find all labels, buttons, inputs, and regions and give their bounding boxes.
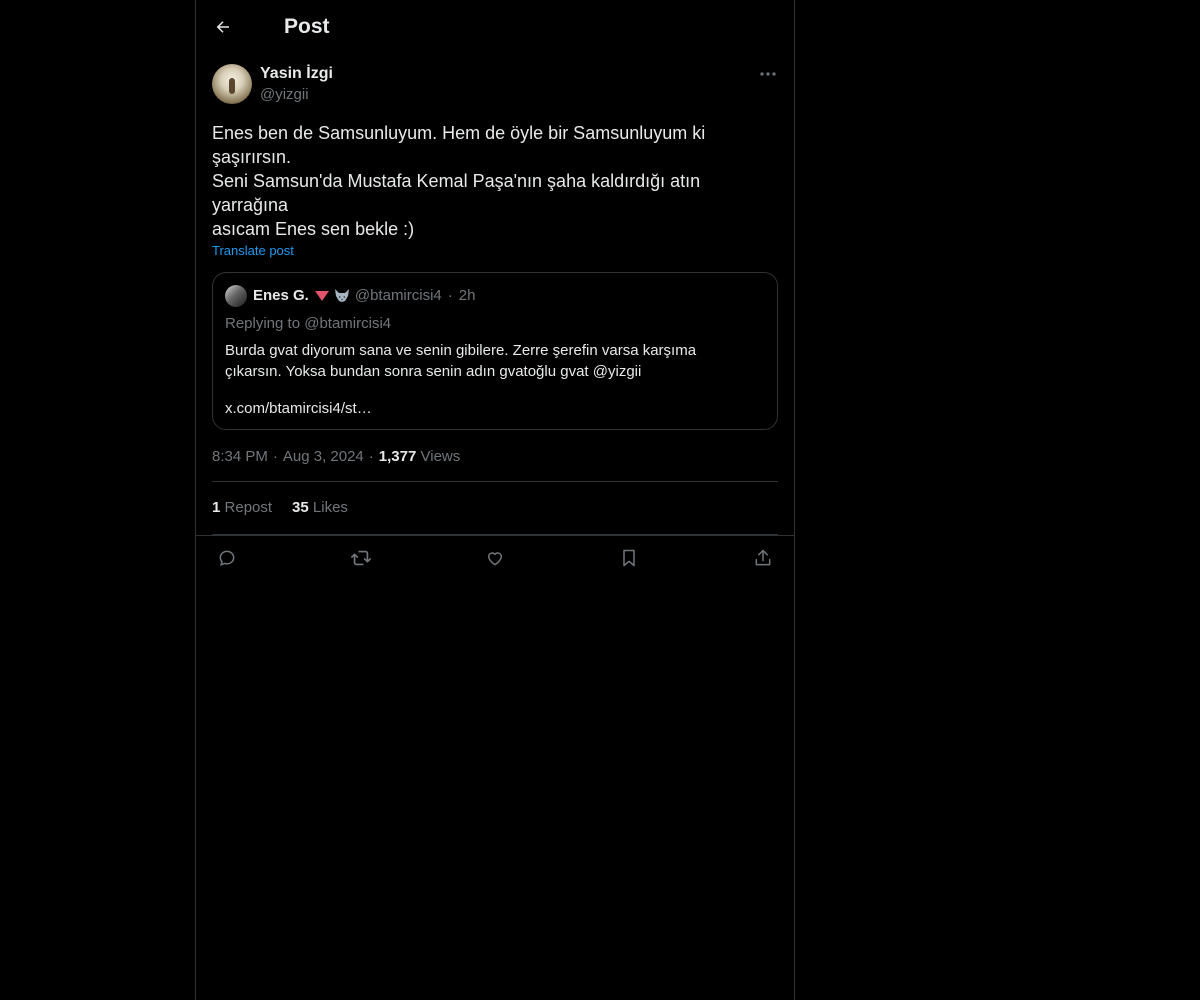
action-bar [212, 535, 778, 582]
wolf-icon [333, 288, 351, 304]
quote-avatar[interactable] [225, 284, 247, 307]
author-name[interactable]: Yasin İzgi [260, 64, 333, 84]
reply-button[interactable] [216, 547, 238, 569]
quote-header: Enes G. @btamircisi4 · 2h [225, 284, 765, 307]
page-title: Post [284, 15, 330, 38]
author-row: Yasin İzgi @yizgii [212, 64, 778, 105]
bookmark-icon [623, 550, 635, 567]
reposts-stat[interactable]: 1 Repost [212, 499, 272, 516]
red-triangle-icon [314, 290, 329, 301]
post: Yasin İzgi @yizgii Enes ben de Samsunluy… [196, 64, 794, 582]
views-count: 1,377 [378, 447, 417, 465]
author-handle[interactable]: @yizgii [260, 86, 333, 105]
like-icon [487, 552, 503, 566]
likes-count: 35 [292, 499, 309, 517]
separator-dot: · [447, 287, 453, 305]
share-icon [755, 550, 771, 566]
more-horizontal-icon [760, 72, 776, 76]
post-stats: 1 Repost 35 Likes [212, 482, 778, 535]
section-divider [196, 535, 794, 536]
arrow-left-icon [216, 21, 229, 33]
quote-author-handle[interactable]: @btamircisi4 [355, 287, 442, 304]
like-button[interactable] [484, 547, 506, 569]
reposts-label: Repost [224, 499, 273, 517]
quote-badges [314, 288, 351, 304]
page-header: Post [196, 0, 794, 54]
quote-replying-to: Replying to @btamircisi4 [225, 314, 392, 332]
repost-button[interactable] [350, 547, 372, 569]
post-time[interactable]: 8:34 PM [212, 448, 268, 465]
repost-icon [351, 551, 371, 566]
views-label: Views [420, 447, 461, 465]
separator-dot: · [368, 447, 374, 465]
avatar[interactable] [212, 64, 252, 104]
post-text: Enes ben de Samsunluyum. Hem de öyle bir… [212, 122, 706, 239]
reply-icon [219, 550, 235, 567]
share-button[interactable] [752, 547, 774, 569]
post-column: Post Yasin İzgi @yizgii Enes ben de Sams… [195, 0, 795, 1000]
translate-post-link[interactable]: Translate post [212, 243, 294, 258]
quote-link[interactable]: x.com/btamircisi4/st… [225, 400, 765, 417]
post-meta: 8:34 PM · Aug 3, 2024 · 1,377 Views [212, 448, 778, 482]
separator-dot: · [272, 447, 278, 465]
more-button[interactable] [758, 66, 778, 82]
quoted-post[interactable]: Enes G. @btamircisi4 · 2h Replying to @b… [212, 271, 778, 430]
back-button[interactable] [212, 16, 234, 38]
bookmark-button[interactable] [618, 547, 640, 569]
likes-label: Likes [312, 499, 348, 517]
post-date[interactable]: Aug 3, 2024 [283, 448, 364, 465]
quote-text: Burda gvat diyorum sana ve senin gibiler… [225, 341, 697, 380]
author-info: Yasin İzgi @yizgii [260, 64, 333, 105]
quote-timestamp[interactable]: 2h [459, 287, 476, 304]
likes-stat[interactable]: 35 Likes [292, 499, 348, 516]
reposts-count: 1 [212, 499, 221, 517]
quote-author-name[interactable]: Enes G. [253, 287, 309, 304]
